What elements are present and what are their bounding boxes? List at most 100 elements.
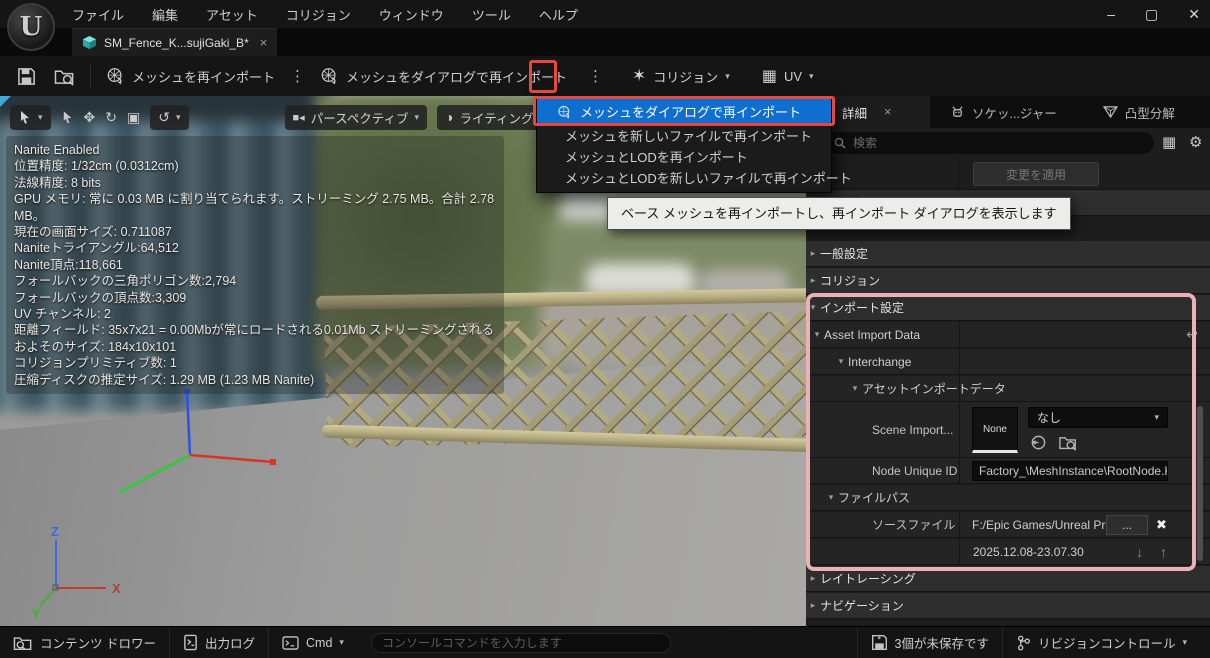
asset-tab[interactable]: SM_Fence_K...sujiGaki_B* × (72, 28, 277, 56)
cmd-label: Cmd (306, 636, 332, 650)
transform-gizmo[interactable] (110, 386, 280, 504)
stat-line: Naniteトライアングル:64,512 (14, 240, 496, 256)
viewport-toolbar: ▾ ✥ ↻ ▣ ↺ ▾ ■◂ パースペクティブ ▾ ◑ ライティングあり ▾ (10, 104, 615, 130)
section-general-settings-label: 一般設定 (820, 245, 868, 262)
expander-icon[interactable]: ▾ (834, 356, 848, 367)
collision-dropdown[interactable]: ✶ コリジョン ▾ (623, 61, 739, 91)
section-ray-tracing[interactable]: ▸ レイトレーシング (806, 566, 1210, 592)
menu-item-reimport-lod-new-file[interactable]: メッシュとLODを新しいファイルで再インポート (537, 167, 831, 188)
stat-line: UV チャンネル: 2 (14, 306, 496, 322)
maximize-button[interactable]: ▢ (1145, 6, 1158, 23)
section-import-settings[interactable]: ▾ インポート設定 (806, 295, 1210, 321)
tab-details-label: 詳細 (842, 103, 867, 122)
section-navigation[interactable]: ▸ ナビゲーション (806, 593, 1210, 619)
apply-changes-button[interactable]: 変更を適用 (973, 162, 1099, 186)
row-file-path-section[interactable]: ▾ ファイルパス (806, 485, 1210, 511)
scene-import-thumbnail[interactable]: None (972, 407, 1018, 453)
tab-convex-decomposition[interactable]: 凸型分解 (1091, 96, 1187, 128)
expander-icon[interactable]: ▾ (848, 383, 862, 394)
menu-item-reimport-dialog[interactable]: メッシュをダイアログで再インポート (537, 98, 831, 125)
row-asset-import-data-jp[interactable]: ▾ アセットインポートデータ (806, 376, 1210, 402)
expander-icon[interactable]: ▸ (806, 573, 820, 584)
uv-grid-icon: ▦ (762, 66, 777, 86)
tab-close-icon[interactable]: × (260, 35, 268, 50)
menu-item-reimport-lod[interactable]: メッシュとLODを再インポート (537, 146, 831, 167)
search-input[interactable] (853, 136, 1113, 150)
unsaved-assets-button[interactable]: * 3個が未保存です (858, 627, 1002, 658)
menu-item-reimport-new-file[interactable]: メッシュを新しいファイルで再インポート (537, 125, 831, 146)
details-scrollbar[interactable] (1197, 406, 1203, 561)
content-drawer-button[interactable]: コンテンツ ドロワー (0, 627, 169, 658)
reimport-mesh-dialog-button[interactable]: メッシュをダイアログで再インポート (311, 61, 576, 91)
minimize-button[interactable]: – (1107, 6, 1115, 22)
section-import-settings-label: インポート設定 (820, 299, 904, 316)
save-button[interactable] (8, 61, 45, 91)
tab-details[interactable]: 詳細 × (830, 96, 930, 128)
row-asset-import-data[interactable]: ▾ Asset Import Data ↩ (806, 322, 1210, 348)
scale-tool-icon[interactable]: ▣ (127, 109, 140, 126)
reset-to-default-icon[interactable]: ↩ (1186, 326, 1198, 343)
menu-asset[interactable]: アセット (206, 5, 258, 24)
window-controls: – ▢ ✕ (1107, 0, 1200, 28)
move-down-icon[interactable]: ↓ (1136, 544, 1143, 560)
tab-close-icon[interactable]: × (884, 105, 891, 119)
browse-asset-icon[interactable] (1058, 434, 1078, 451)
collision-label: コリジョン (653, 67, 718, 86)
browse-folder-icon (54, 67, 75, 86)
chevron-down-icon: ▾ (176, 112, 181, 123)
selection-mode-dropdown[interactable]: ▾ (10, 105, 51, 130)
cmd-dropdown[interactable]: Cmd ▾ (269, 627, 357, 658)
title-bar: ファイル 編集 アセット コリジョン ウィンドウ ツール ヘルプ – ▢ ✕ (0, 0, 1210, 28)
console-command-input[interactable] (371, 633, 671, 653)
revision-control-dropdown[interactable]: リビジョンコントロール ▾ (1003, 627, 1200, 658)
chevron-down-icon: ▾ (1154, 412, 1159, 423)
cursor-icon (18, 110, 32, 124)
reimport-mesh-dialog-icon (320, 67, 339, 85)
expander-icon[interactable]: ▾ (810, 329, 824, 340)
section-ray-tracing-label: レイトレーシング (820, 570, 916, 587)
uv-dropdown[interactable]: ▦ UV ▾ (753, 61, 823, 91)
expander-icon[interactable]: ▾ (824, 492, 838, 503)
close-button[interactable]: ✕ (1188, 6, 1200, 23)
row-node-unique-id: Node Unique ID Factory_\MeshInstance\Roo… (806, 458, 1210, 484)
menu-collision[interactable]: コリジョン (286, 5, 351, 24)
search-field[interactable] (824, 132, 1154, 154)
node-unique-id-label: Node Unique ID (872, 464, 957, 478)
reimport-dialog-options-icon[interactable]: ⋮ (582, 67, 609, 85)
expander-icon[interactable]: ▸ (806, 275, 820, 286)
tab-socket-manager[interactable]: ソケッ...ジャー (938, 96, 1069, 128)
status-bar: コンテンツ ドロワー 出力ログ Cmd ▾ (0, 626, 1210, 658)
rotate-tool-icon[interactable]: ↻ (105, 109, 117, 126)
menu-edit[interactable]: 編集 (152, 5, 178, 24)
scene-import-select[interactable]: なし ▾ (1028, 407, 1168, 428)
menu-file[interactable]: ファイル (72, 5, 124, 24)
reimport-mesh-button[interactable]: メッシュを再インポート (97, 61, 284, 91)
menu-tools[interactable]: ツール (472, 5, 511, 24)
move-up-icon[interactable]: ↑ (1160, 544, 1167, 560)
browse-to-asset-button[interactable] (45, 61, 84, 91)
expander-icon[interactable]: ▸ (806, 600, 820, 611)
reimport-options-icon[interactable]: ⋮ (284, 67, 311, 85)
expander-icon[interactable]: ▸ (806, 248, 820, 259)
menu-window[interactable]: ウィンドウ (379, 5, 444, 24)
menu-item-label: メッシュとLODを再インポート (565, 147, 748, 166)
select-tool-icon[interactable] (61, 110, 74, 124)
snap-settings-dropdown[interactable]: ↺ ▾ (150, 105, 188, 130)
asset-import-data-jp-label: アセットインポートデータ (862, 380, 1006, 397)
menu-help[interactable]: ヘルプ (539, 5, 578, 24)
output-log-button[interactable]: 出力ログ (170, 627, 268, 658)
row-interchange[interactable]: ▾ Interchange (806, 349, 1210, 375)
use-selected-icon[interactable] (1030, 434, 1047, 451)
asset-import-data-label: Asset Import Data (824, 328, 920, 342)
section-general-settings[interactable]: ▸ 一般設定 (806, 241, 1210, 267)
section-collision[interactable]: ▸ コリジョン (806, 268, 1210, 294)
node-unique-id-field[interactable]: Factory_\MeshInstance\RootNode.K (972, 461, 1168, 481)
clear-file-icon[interactable]: ✖ (1156, 517, 1167, 533)
expander-icon[interactable]: ▾ (806, 302, 820, 313)
axis-x-label: X (112, 581, 121, 596)
browse-file-button[interactable]: ... (1106, 515, 1148, 535)
settings-gear-icon[interactable]: ⚙ (1189, 133, 1202, 151)
display-filter-icon[interactable]: ▦ (1162, 133, 1176, 151)
perspective-dropdown[interactable]: ■◂ パースペクティブ ▾ (285, 105, 427, 130)
move-tool-icon[interactable]: ✥ (84, 109, 96, 126)
